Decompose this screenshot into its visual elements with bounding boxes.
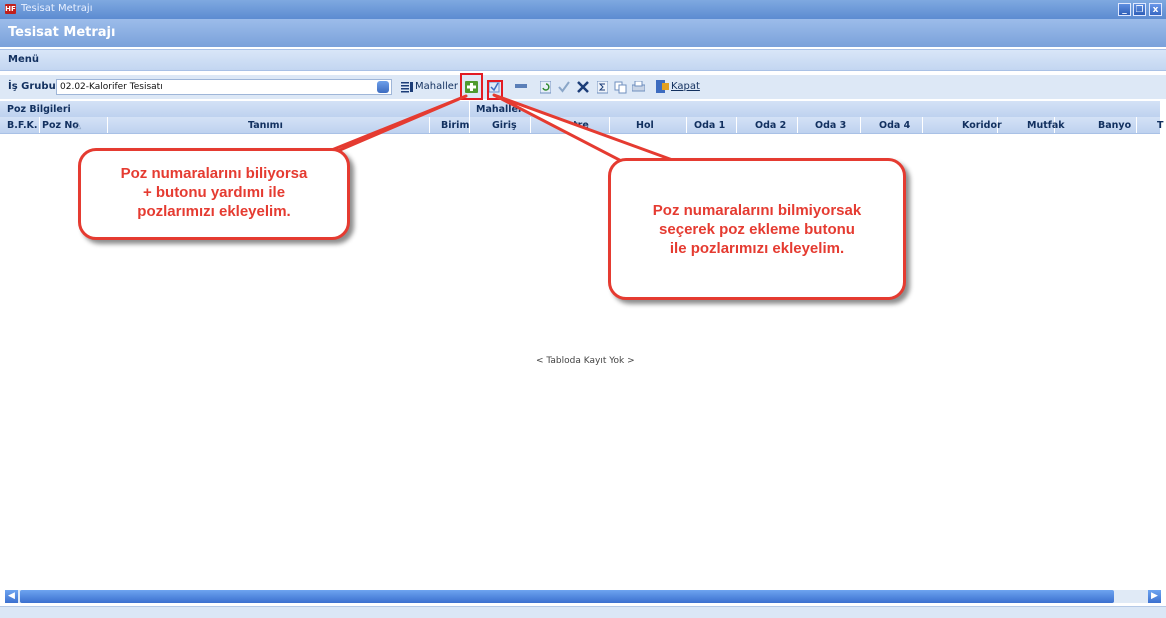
scrollbar-thumb[interactable] <box>20 590 1114 603</box>
callout-left: Poz numaralarını biliyorsa + butonu yard… <box>78 148 350 240</box>
callout-left-line1: Poz numaralarını biliyorsa <box>120 165 308 182</box>
callout-right-line1: Poz numaralarını bilmiyorsak <box>652 202 862 219</box>
status-bar <box>0 606 1166 618</box>
horizontal-scrollbar[interactable]: ◀ ▶ <box>5 590 1161 603</box>
callout-right-line3: ile pozlarımızı ekleyelim. <box>669 240 845 257</box>
scroll-left-icon[interactable]: ◀ <box>5 590 18 603</box>
scroll-right-icon[interactable]: ▶ <box>1148 590 1161 603</box>
callout-right: Poz numaralarını bilmiyorsak seçerek poz… <box>608 158 906 300</box>
callout-right-line2: seçerek poz ekleme butonu <box>659 221 855 238</box>
callout-left-line2: + butonu yardımı ile <box>142 184 286 201</box>
callout-pointers <box>280 93 713 185</box>
callout-left-line3: pozlarımızı ekleyelim. <box>137 203 291 220</box>
